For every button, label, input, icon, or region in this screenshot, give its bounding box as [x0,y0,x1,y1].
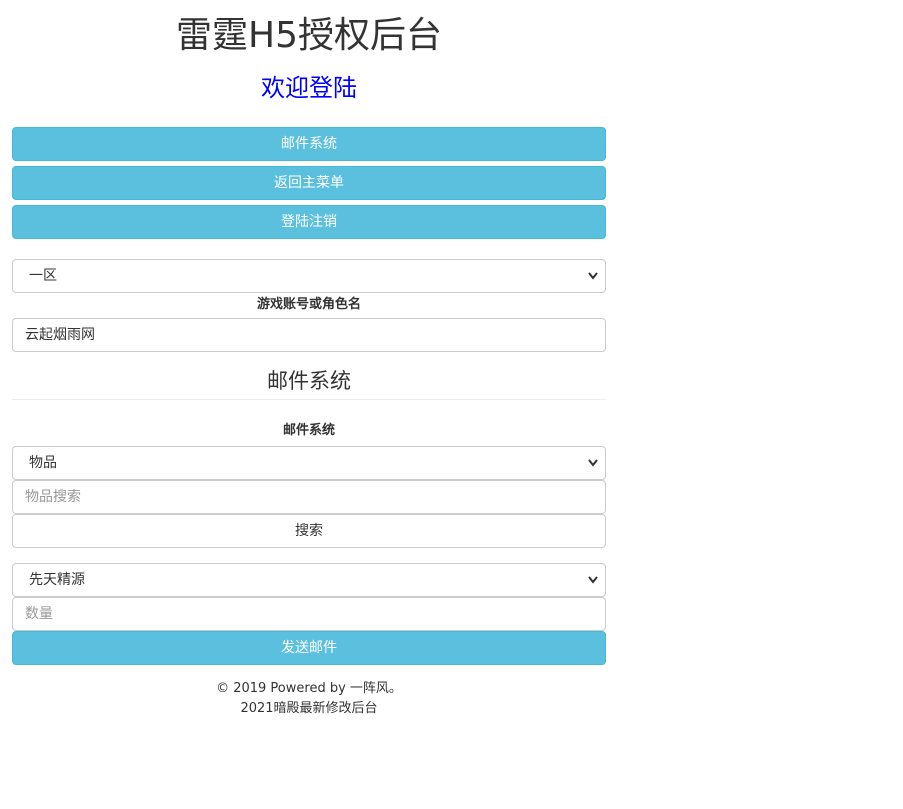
page-container: 雷霆H5授权后台 欢迎登陆 邮件系统 返回主菜单 登陆注销 一区 游戏账号或角色… [12,0,606,719]
footer-note: 2021暗殿最新修改后台 [240,701,378,716]
send-mail-button[interactable]: 发送邮件 [12,631,606,665]
mail-form-label: 邮件系统 [282,423,335,438]
page-title: 雷霆H5授权后台 [176,15,442,56]
chevron-down-icon [588,272,598,280]
quantity-input[interactable]: 数量 [12,597,606,631]
footer-copyright: © 2019 Powered by 一阵风。 [216,681,402,696]
account-input[interactable]: 云起烟雨网 [12,318,606,352]
search-button[interactable]: 搜索 [12,514,606,548]
nav-button-group: 邮件系统 返回主菜单 登陆注销 [12,107,606,239]
server-select-value: 一区 [29,268,57,284]
item-select[interactable]: 先天精源 [12,563,606,597]
mail-type-select[interactable]: 物品 [12,446,606,480]
mail-system-button[interactable]: 邮件系统 [12,127,606,161]
logout-button[interactable]: 登陆注销 [12,205,606,239]
server-select[interactable]: 一区 [12,259,606,293]
footer: © 2019 Powered by 一阵风。 2021暗殿最新修改后台 [12,679,606,719]
main-menu-button[interactable]: 返回主菜单 [12,166,606,200]
mail-type-select-value: 物品 [29,455,57,471]
chevron-down-icon [588,576,598,584]
item-select-value: 先天精源 [29,572,85,588]
item-search-input[interactable]: 物品搜索 [12,480,606,514]
mail-section-title: 邮件系统 [12,366,606,400]
account-label: 游戏账号或角色名 [256,297,361,312]
chevron-down-icon [588,459,598,467]
welcome-heading: 欢迎登陆 [261,74,357,102]
